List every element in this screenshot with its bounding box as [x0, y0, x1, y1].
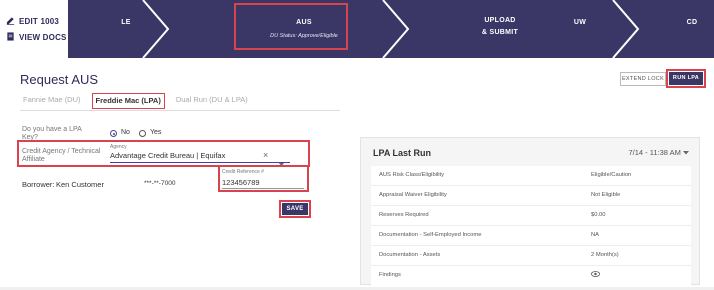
lpa-last-run-card: LPA Last Run 7/14 - 11:38 AM AUS Risk Cl…: [360, 137, 700, 285]
step-uw[interactable]: UW: [560, 19, 600, 26]
row-value: Eligible/Caution: [591, 172, 632, 178]
table-row: Documentation - Self-Employed Income NA: [371, 226, 691, 246]
borrower-ssn: ***-**-7000: [144, 180, 176, 187]
row-label: Documentation - Self-Employed Income: [379, 232, 482, 238]
credit-reference-highlight: [218, 165, 309, 192]
step-divider: [382, 0, 410, 58]
tab-freddie-mac[interactable]: Freddie Mac (LPA): [91, 93, 165, 109]
edit-1003-label: EDIT 1003: [19, 17, 60, 26]
row-label: AUS Risk Class/Eligibility: [379, 172, 445, 178]
document-icon: [6, 32, 15, 43]
step-upload-line2: & SUBMIT: [481, 29, 519, 36]
radio-no[interactable]: [110, 130, 117, 137]
chevron-down-icon: [683, 148, 689, 157]
step-divider: [612, 0, 640, 58]
view-docs-label: VIEW DOCS: [19, 33, 67, 42]
row-label: Findings: [379, 272, 401, 278]
borrower-label: Borrower:: [22, 180, 55, 189]
row-label: Reserves Required: [379, 212, 429, 218]
row-value: 2 Month(s): [591, 252, 619, 258]
page-title: Request AUS: [20, 72, 99, 87]
lpa-results-table: AUS Risk Class/Eligibility Eligible/Caut…: [371, 166, 691, 285]
step-cd[interactable]: CD: [672, 19, 712, 26]
table-row: Documentation - Assets 2 Month(s): [371, 246, 691, 266]
step-upload[interactable]: UPLOAD: [470, 17, 530, 24]
aus-tabs: Fannie Mae (DU) Freddie Mac (LPA) Dual R…: [20, 93, 251, 109]
last-run-date-select[interactable]: 7/14 - 11:38 AM: [628, 148, 689, 157]
radio-yes[interactable]: [139, 130, 146, 137]
save-highlight: [279, 200, 311, 218]
table-row: AUS Risk Class/Eligibility Eligible/Caut…: [371, 166, 691, 186]
extend-lock-button[interactable]: EXTEND LOCK: [620, 72, 666, 86]
table-row: Appraisal Waiver Eligibility Not Eligibl…: [371, 186, 691, 206]
eye-icon[interactable]: [591, 271, 600, 279]
edit-1003-button[interactable]: EDIT 1003: [6, 16, 59, 27]
last-run-date: 7/14 - 11:38 AM: [628, 148, 681, 157]
step-le[interactable]: LE: [106, 19, 146, 26]
radio-yes-label: Yes: [150, 129, 162, 136]
table-row: Findings: [371, 266, 691, 285]
row-value: NA: [591, 232, 600, 238]
run-lpa-highlight: [666, 69, 706, 88]
credit-agency-highlight: [17, 140, 310, 167]
card-title: LPA Last Run: [373, 148, 431, 158]
row-label: Appraisal Waiver Eligibility: [379, 192, 447, 198]
pencil-icon: [6, 16, 15, 27]
row-value: $0.00: [591, 212, 606, 218]
tab-fannie-mae[interactable]: Fannie Mae (DU): [20, 93, 84, 109]
step-divider: [142, 0, 170, 58]
tab-dual-run[interactable]: Dual Run (DU & LPA): [173, 93, 251, 109]
borrower-name: Ken Customer: [56, 180, 104, 189]
workflow-stepper: LE AUS DU Status: Approve/Eligible UPLOA…: [68, 0, 714, 58]
top-bar: EDIT 1003 VIEW DOCS LE AUS DU Status: Ap…: [0, 0, 714, 58]
tabs-divider: [20, 110, 340, 111]
aus-step-highlight: [234, 3, 348, 50]
top-left-actions: EDIT 1003 VIEW DOCS: [0, 0, 69, 58]
view-docs-button[interactable]: VIEW DOCS: [6, 32, 67, 43]
row-value: Not Eligible: [591, 192, 621, 198]
row-label: Documentation - Assets: [379, 252, 441, 258]
radio-no-label: No: [121, 129, 130, 136]
table-row: Reserves Required $0.00: [371, 206, 691, 226]
